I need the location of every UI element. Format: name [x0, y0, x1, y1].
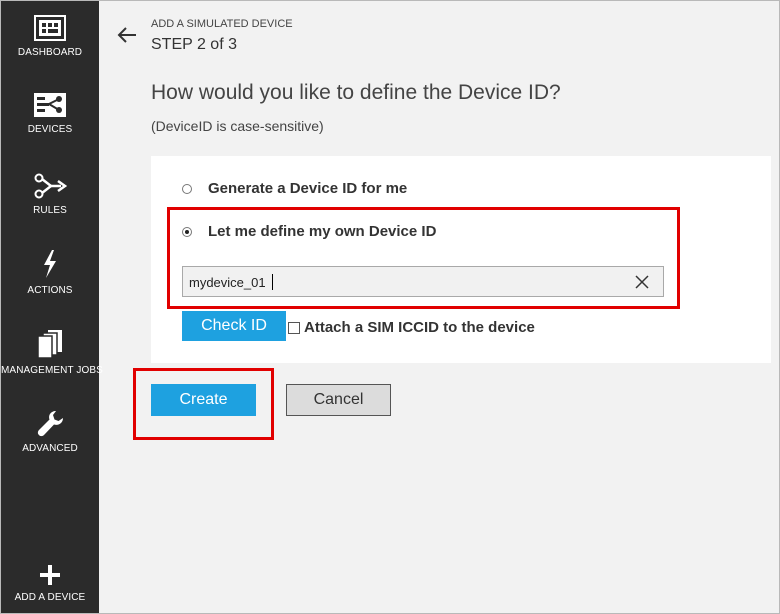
highlight-define-id	[167, 207, 680, 309]
highlight-create	[133, 368, 274, 440]
back-arrow-icon[interactable]	[117, 26, 137, 44]
documents-icon	[37, 330, 62, 359]
sidebar-item-rules[interactable]: RULES	[1, 173, 99, 216]
attach-sim-option[interactable]: Attach a SIM ICCID to the device	[288, 319, 535, 336]
rules-icon	[34, 173, 67, 199]
cancel-button[interactable]: Cancel	[286, 384, 391, 416]
case-sensitivity-note: (DeviceID is case-sensitive)	[151, 118, 324, 134]
wrench-icon	[37, 411, 63, 437]
page-title: How would you like to define the Device …	[151, 81, 561, 104]
option-generate-device-id[interactable]: Generate a Device ID for me	[182, 180, 407, 197]
devices-icon	[34, 93, 66, 117]
sidebar-item-label: ADD A DEVICE	[14, 592, 86, 603]
sidebar-item-advanced[interactable]: ADVANCED	[1, 409, 99, 454]
option-label: Generate a Device ID for me	[208, 180, 408, 197]
app-frame: DASHBOARD DEVICES RULES ACTIONS MANAGEME…	[0, 0, 780, 614]
attach-sim-checkbox[interactable]	[288, 321, 300, 334]
sidebar-item-label: ADVANCED	[22, 443, 78, 454]
sidebar-item-label: RULES	[33, 205, 67, 216]
sidebar-item-actions[interactable]: ACTIONS	[1, 249, 99, 296]
dashboard-icon	[34, 15, 66, 41]
radio-generate[interactable]	[182, 183, 192, 194]
sidebar: DASHBOARD DEVICES RULES ACTIONS MANAGEME…	[1, 1, 103, 613]
sidebar-item-label: DEVICES	[27, 124, 73, 135]
step-caption: ADD A SIMULATED DEVICE	[151, 18, 293, 30]
sidebar-item-add-device[interactable]: ADD A DEVICE	[1, 564, 99, 603]
lightning-icon	[44, 250, 56, 278]
plus-icon	[40, 565, 60, 585]
check-id-button[interactable]: Check ID	[182, 311, 286, 341]
sidebar-item-label: DASHBOARD	[17, 47, 83, 58]
sidebar-item-devices[interactable]: DEVICES	[1, 92, 99, 135]
sidebar-item-label: ACTIONS	[27, 285, 73, 296]
attach-sim-label: Attach a SIM ICCID to the device	[304, 319, 535, 336]
step-indicator: STEP 2 of 3	[151, 36, 237, 53]
sidebar-item-management-jobs[interactable]: MANAGEMENT JOBS	[1, 329, 103, 376]
sidebar-item-label: MANAGEMENT JOBS	[1, 365, 103, 376]
sidebar-item-dashboard[interactable]: DASHBOARD	[1, 15, 99, 58]
